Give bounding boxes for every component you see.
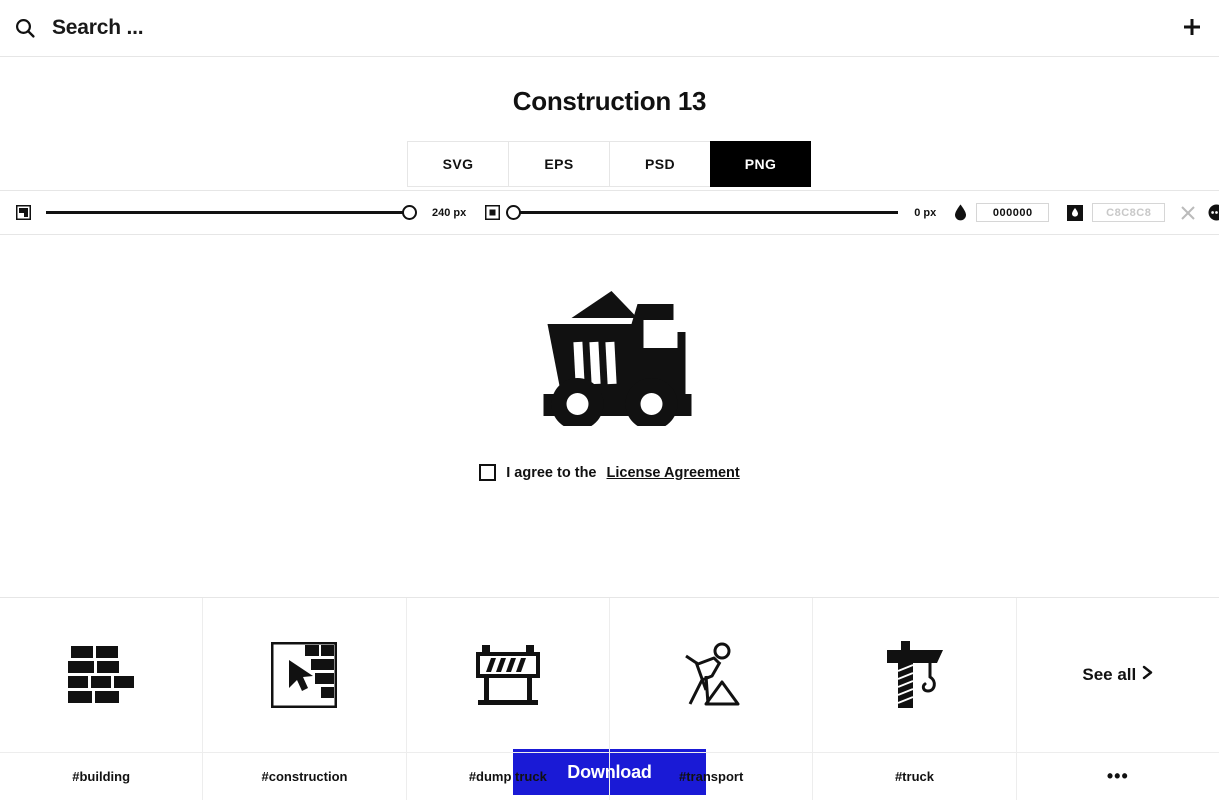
worker-digging-icon[interactable]	[609, 598, 813, 753]
road-barrier-icon[interactable]	[406, 598, 609, 753]
chevron-right-icon	[1142, 665, 1153, 685]
padding-slider-handle[interactable]	[506, 205, 522, 220]
tag-label: #transport	[679, 769, 744, 784]
tab-psd[interactable]: PSD	[609, 141, 710, 187]
license-agreement-row: I agree to the License Agreement	[0, 464, 1219, 481]
tag-label: #truck	[894, 769, 934, 784]
format-tabs: SVG EPS PSD PNG	[407, 141, 811, 187]
editor-toolbar: 240 px 0 px 000000 C8C8C8	[0, 190, 1219, 235]
droplet-icon[interactable]	[954, 204, 967, 221]
page-title: Construction 13	[512, 86, 707, 116]
tag-cell-see-all[interactable]: See all •••	[1016, 598, 1219, 800]
tag-cell-truck[interactable]: #truck	[813, 598, 1017, 800]
padding-slider-track[interactable]	[506, 205, 899, 220]
plus-icon[interactable]	[1179, 14, 1205, 40]
brick-wall-icon[interactable]	[0, 598, 203, 753]
size-slider-handle[interactable]	[402, 205, 417, 220]
tab-eps[interactable]: EPS	[508, 141, 609, 187]
padding-value-label: 0 px	[914, 206, 937, 219]
search-input[interactable]: Search ...	[52, 16, 144, 40]
tag-label: #building	[72, 769, 131, 784]
agree-label: I agree to the	[506, 464, 597, 481]
license-checkbox[interactable]	[479, 464, 497, 481]
tag-cell-construction[interactable]: #construction	[203, 598, 407, 800]
padding-slider[interactable]	[506, 205, 899, 220]
see-all-button[interactable]: See all	[1016, 598, 1219, 753]
tag-cell-building[interactable]: #building	[0, 598, 204, 800]
crane-icon[interactable]	[813, 598, 1016, 753]
dump-truck-icon	[527, 276, 692, 431]
more-options-icon[interactable]	[1208, 204, 1219, 221]
more-tags-dots[interactable]: •••	[1017, 753, 1219, 800]
droplet-filled-square-icon[interactable]	[1067, 204, 1084, 221]
close-icon[interactable]	[1180, 205, 1196, 221]
icon-size-icon	[16, 205, 31, 220]
tag-cell-dump-truck[interactable]: #dump truck	[406, 598, 610, 800]
tag-cell-transport[interactable]: #transport	[609, 598, 814, 800]
license-agreement-link[interactable]: License Agreement	[607, 465, 740, 481]
search-bar[interactable]: Search ...	[14, 16, 144, 40]
related-tags-row: #building #construction #dump truck #tra…	[0, 597, 1219, 800]
see-all-label: See all	[1082, 665, 1137, 684]
size-value-label: 240 px	[432, 206, 467, 219]
tag-label: #construction	[261, 769, 348, 784]
tab-svg[interactable]: SVG	[407, 141, 508, 187]
wall-cursor-icon[interactable]	[203, 598, 406, 753]
search-icon[interactable]	[14, 17, 36, 39]
tab-png[interactable]: PNG	[710, 141, 811, 187]
foreground-color-field[interactable]: 000000	[976, 203, 1050, 222]
size-slider-track[interactable]	[46, 205, 417, 220]
tag-label: #dump truck	[468, 769, 547, 784]
background-color-field[interactable]: C8C8C8	[1092, 203, 1166, 222]
size-slider[interactable]	[46, 205, 417, 220]
app-header: Search ...	[0, 0, 1219, 57]
icon-preview-section: I agree to the License Agreement Downloa…	[0, 236, 1219, 795]
icon-padding-icon	[485, 205, 501, 220]
